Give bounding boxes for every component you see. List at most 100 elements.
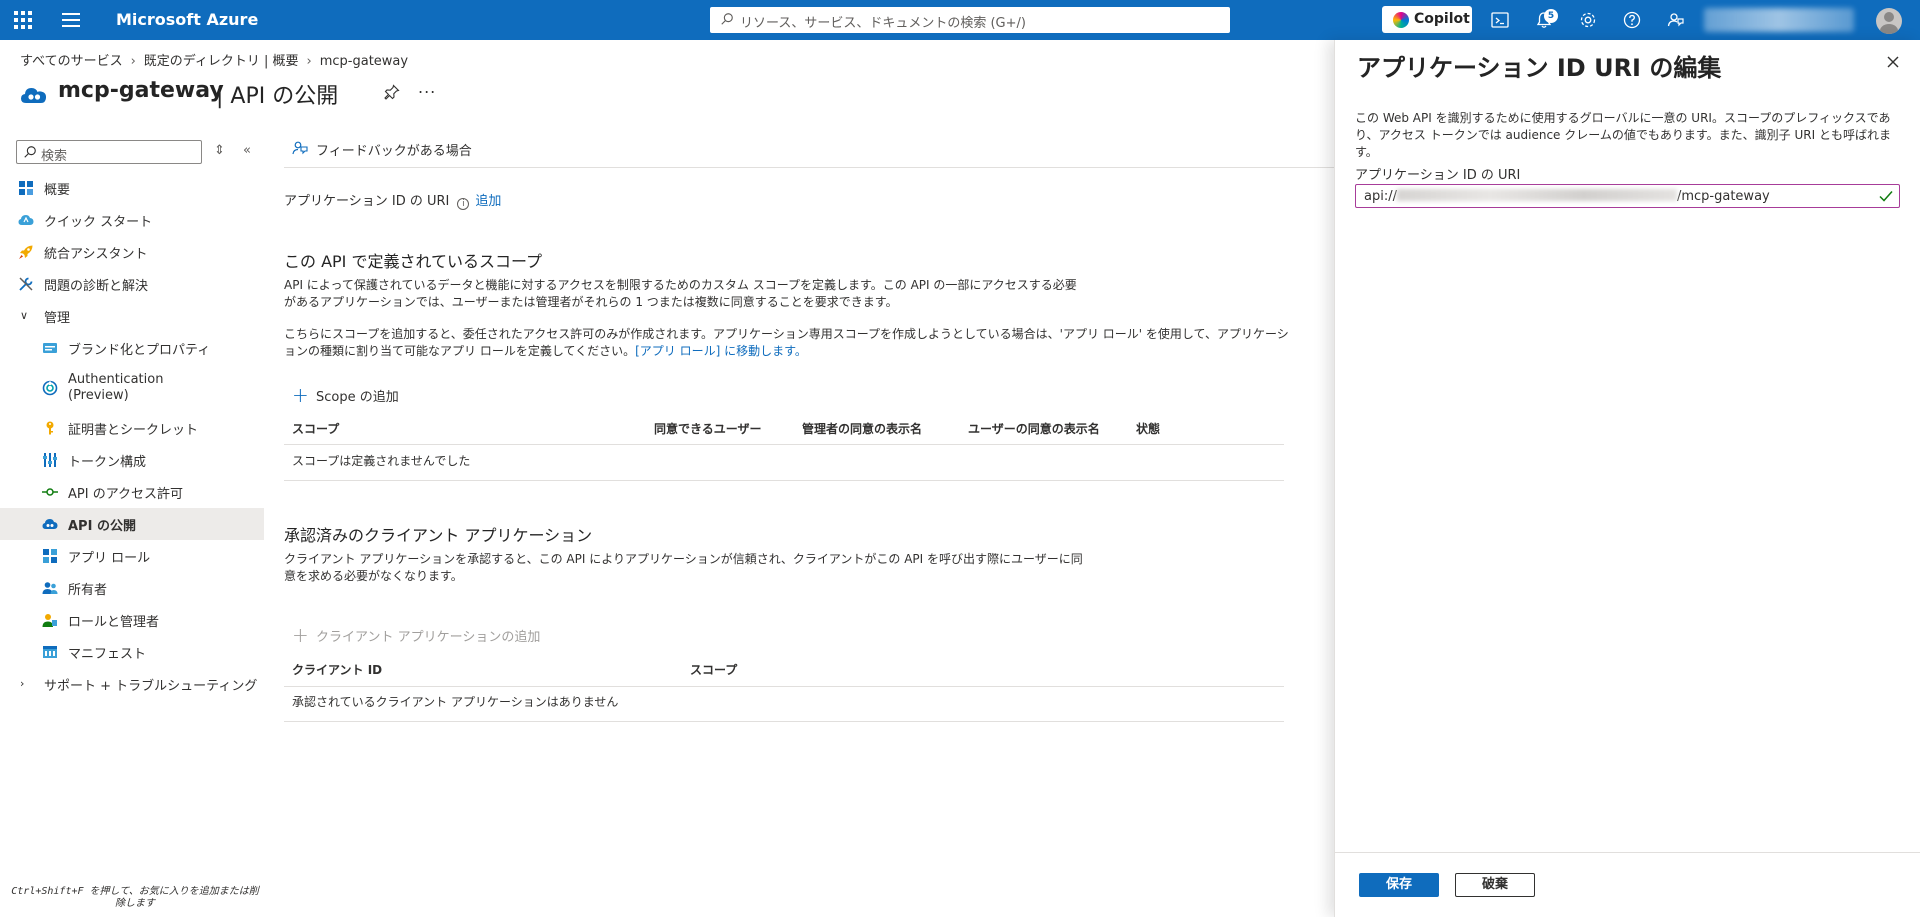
search-icon [24,146,36,158]
token-config-icon [43,453,57,467]
sort-icon[interactable]: ⇕ [214,143,225,158]
sidebar-group-manage[interactable]: ∨ 管理 [0,300,264,332]
avatar[interactable] [1876,8,1902,34]
copilot-icon [1393,12,1409,28]
gear-icon[interactable] [1578,10,1598,30]
branding-icon [43,343,57,353]
sidebar-item-roles-admins[interactable]: ロールと管理者 [0,604,264,636]
save-button[interactable]: 保存 [1359,873,1439,897]
table-bottom-divider [284,721,1284,722]
quickstart-cloud-icon [18,215,34,225]
global-search-input[interactable]: リソース、サービス、ドキュメントの検索 (G+/) [710,7,1230,33]
feedback-label: フィードバックがある場合 [316,144,472,159]
app-launcher-icon[interactable] [14,11,32,29]
add-client-app-button[interactable]: + クライアント アプリケーションの追加 [292,623,541,647]
sidebar-item-token-config[interactable]: トークン構成 [0,444,264,476]
chevron-right-icon: › [20,677,25,690]
search-placeholder: リソース、サービス、ドキュメントの検索 (G+/) [740,16,1026,31]
discard-button[interactable]: 破棄 [1455,873,1535,897]
sidebar-nav: 概要 クイック スタート 統合アシスタント 問題の診断と解決 ∨ 管理 ブランド… [0,172,264,700]
owners-icon [42,582,58,594]
sidebar-item-integration-assistant[interactable]: 統合アシスタント [0,236,264,268]
panel-description: この Web API を識別するために使用するグローバルに一意の URI。スコー… [1355,111,1891,159]
column-header-client-id[interactable]: クライアント ID [292,661,382,678]
app-id-uri-add-link[interactable]: 追加 [475,194,501,209]
panel-footer-divider [1335,852,1920,853]
sidebar-item-label: トークン構成 [68,454,147,470]
breadcrumb-app[interactable]: mcp-gateway [320,54,408,69]
sidebar-group-support[interactable]: › サポート + トラブルシューティング [0,668,264,700]
sidebar-search-placeholder: 検索 [41,149,68,164]
sidebar-item-label: 統合アシスタント [44,246,148,262]
app-id-uri-field[interactable]: api:// /mcp-gateway [1355,184,1900,208]
add-scope-button[interactable]: + Scope の追加 [292,383,399,407]
sidebar-item-label: 問題の診断と解決 [44,278,149,294]
table-bottom-divider [284,480,1284,481]
sidebar-item-label: 証明書とシークレット [68,422,199,438]
column-header-state[interactable]: 状態 [1136,420,1160,437]
breadcrumb-directory[interactable]: 既定のディレクトリ | 概要 [144,54,299,69]
sidebar-item-label: サポート + トラブルシューティング [44,678,258,694]
copilot-button[interactable]: Copilot [1382,6,1472,33]
page-section-title: | API の公開 [216,84,339,109]
more-options-icon[interactable]: ... [418,78,436,97]
column-header-consent-users[interactable]: 同意できるユーザー [654,420,762,437]
app-id-uri-label: アプリケーション ID の URI [284,194,450,209]
brand-title[interactable]: Microsoft Azure [116,10,258,29]
pin-icon[interactable] [384,84,400,100]
sidebar-item-expose-api[interactable]: API の公開 [0,508,264,540]
feedback-icon[interactable] [1666,10,1686,30]
feedback-button[interactable]: フィードバックがある場合 [292,140,472,159]
clients-heading: 承認済みのクライアント アプリケーション [284,526,593,545]
add-client-app-label: クライアント アプリケーションの追加 [316,630,541,645]
app-id-uri-field-label: アプリケーション ID の URI [1355,168,1521,183]
top-bar: Microsoft Azure リソース、サービス、ドキュメントの検索 (G+/… [0,0,1920,40]
sidebar-item-app-roles[interactable]: アプリ ロール [0,540,264,572]
edit-app-id-uri-panel: アプリケーション ID URI の編集 この Web API を識別するために使… [1334,40,1920,917]
table-header-divider [284,444,1284,445]
help-icon[interactable] [1622,10,1642,30]
sidebar-item-branding[interactable]: ブランド化とプロパティ [0,332,264,364]
close-icon[interactable] [1883,52,1903,72]
account-info[interactable] [1704,8,1854,32]
uri-suffix: /mcp-gateway [1676,189,1770,204]
panel-title: アプリケーション ID URI の編集 [1357,54,1722,82]
clients-description: クライアント アプリケーションを承認すると、この API によりアプリケーション… [284,552,1083,583]
sidebar-item-authentication[interactable]: Authentication (Preview) [0,364,264,412]
app-roles-icon [43,549,57,563]
breadcrumb-all-services[interactable]: すべてのサービス [20,54,123,69]
column-header-user-consent-name[interactable]: ユーザーの同意の表示名 [968,420,1100,437]
column-header-admin-consent-name[interactable]: 管理者の同意の表示名 [802,420,922,437]
plus-icon: + [292,623,309,647]
column-header-client-scope[interactable]: スコープ [690,661,737,678]
sidebar-item-quickstart[interactable]: クイック スタート [0,204,264,236]
sidebar-item-label: API のアクセス許可 [68,486,184,502]
sidebar-item-label: Authentication (Preview) [68,372,164,403]
sidebar-item-label: クイック スタート [44,214,153,230]
sidebar-item-certificates-secrets[interactable]: 証明書とシークレット [0,412,264,444]
sidebar-item-overview[interactable]: 概要 [0,172,264,204]
scopes-note: こちらにスコープを追加すると、委任されたアクセス許可のみが作成されます。アプリケ… [284,326,1289,360]
authentication-icon [42,380,58,396]
app-roles-link[interactable]: [アプリ ロール] に移動します。 [635,344,807,358]
scopes-heading: この API で定義されているスコープ [284,252,543,271]
sidebar-item-owners[interactable]: 所有者 [0,572,264,604]
check-icon [1879,191,1893,202]
sidebar-item-api-permissions[interactable]: API のアクセス許可 [0,476,264,508]
cloud-shell-icon[interactable] [1490,10,1510,30]
overview-icon [19,181,33,195]
chevron-down-icon: ∨ [20,309,29,322]
sidebar-item-label: API の公開 [68,518,136,534]
app-name: mcp-gateway [58,78,224,103]
roles-admins-icon [42,614,57,627]
info-icon[interactable]: i [457,198,470,210]
sidebar-item-manifest[interactable]: マニフェスト [0,636,264,668]
collapse-sidebar-icon[interactable]: « [243,143,251,158]
sidebar-item-diagnose-solve[interactable]: 問題の診断と解決 [0,268,264,300]
clients-empty-message: 承認されているクライアント アプリケーションはありません [292,695,619,709]
sidebar-search-input[interactable]: 検索 [16,140,202,164]
manifest-icon [43,646,57,658]
notification-badge: 5 [1544,9,1558,23]
menu-icon[interactable] [62,13,80,27]
column-header-scope[interactable]: スコープ [292,420,339,437]
